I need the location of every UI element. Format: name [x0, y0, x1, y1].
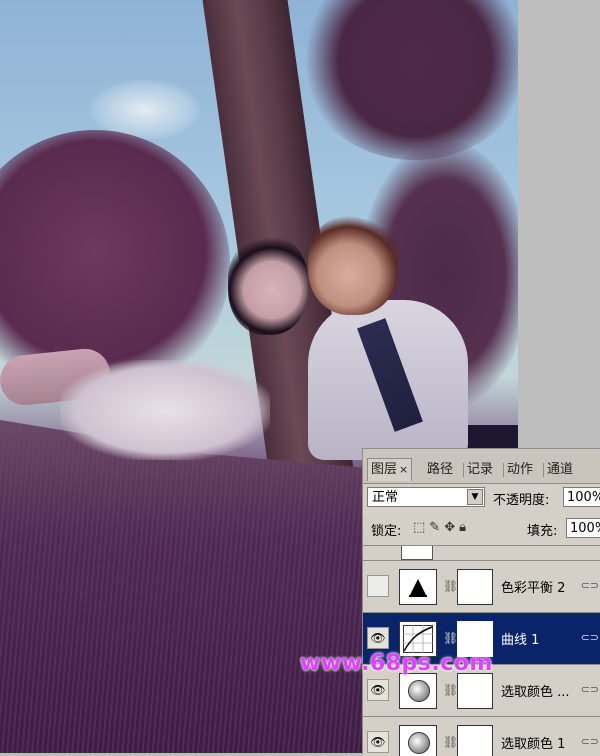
lock-transparent-icon[interactable]: ⬚ [413, 520, 429, 535]
adjustment-thumbnail [399, 673, 437, 709]
layer-row[interactable]: 👁︎ ⛓ 选取颜色 1 ⊂⊃ [363, 717, 600, 756]
lock-row: 锁定: ⬚✎✥🔒︎ 填充: 100% [363, 514, 600, 544]
man-head [308, 215, 398, 315]
opacity-input[interactable]: 100% [563, 487, 600, 507]
link-icon: ⊂⊃ [580, 735, 599, 748]
adjustment-thumbnail [399, 725, 437, 756]
tab-layers[interactable]: 图层 × [367, 458, 413, 481]
layer-row[interactable]: ⛓ 色彩平衡 2 ⊂⊃ [363, 561, 600, 613]
tab-channels[interactable]: 通道 [547, 459, 573, 481]
tree-top [300, 0, 518, 160]
layer-name[interactable]: 选取颜色 1 [501, 733, 565, 752]
layer-name[interactable]: 曲线 1 [501, 629, 539, 648]
link-chain-icon[interactable]: ⛓ [443, 631, 458, 645]
fill-label: 填充: [527, 524, 558, 539]
layer-name[interactable]: 色彩平衡 2 [501, 577, 565, 596]
mask-thumbnail[interactable] [457, 673, 493, 709]
eye-icon[interactable]: 👁︎ [367, 731, 389, 753]
blend-row: 正常 ▼ 不透明度: 100% [363, 484, 600, 514]
color-balance-icon [409, 579, 427, 597]
blend-mode-select[interactable]: 正常 ▼ [367, 487, 485, 507]
lock-options: ⬚✎✥🔒︎ [413, 520, 470, 535]
woman-head [228, 235, 308, 335]
lock-paint-icon[interactable]: ✎ [429, 520, 444, 535]
opacity-label: 不透明度: [493, 493, 550, 508]
tab-separator [543, 463, 544, 477]
tab-actions[interactable]: 动作 [507, 459, 533, 481]
mask-thumbnail[interactable] [457, 569, 493, 605]
adjustment-thumbnail [399, 569, 437, 605]
link-icon: ⊂⊃ [580, 683, 599, 696]
link-chain-icon[interactable]: ⛓ [443, 683, 458, 697]
lock-move-icon[interactable]: ✥ [444, 520, 459, 535]
selective-color-icon [408, 732, 430, 754]
mask-thumbnail[interactable] [457, 725, 493, 756]
layer-thumbnail [401, 546, 433, 560]
tab-history[interactable]: 记录 [467, 459, 493, 481]
curves-icon [403, 625, 433, 653]
layer-name[interactable]: 选取颜色 ... [501, 681, 570, 700]
lock-label: 锁定: [371, 524, 402, 539]
link-icon: ⊂⊃ [580, 631, 599, 644]
layer-row-partial[interactable] [363, 546, 600, 561]
lock-all-icon[interactable]: 🔒︎ [459, 520, 470, 535]
selective-color-icon [408, 680, 430, 702]
tab-paths[interactable]: 路径 [427, 459, 453, 481]
tab-separator [503, 463, 504, 477]
link-chain-icon[interactable]: ⛓ [443, 579, 458, 593]
woman-dress [60, 360, 270, 460]
chevron-down-icon[interactable]: ▼ [467, 489, 483, 505]
tab-separator [463, 463, 464, 477]
layers-panel: 图层× 路径 记录 动作 通道 正常 ▼ 不透明度: 100% 锁定: ⬚✎✥🔒… [362, 448, 600, 756]
site-watermark: www.68ps.com [300, 651, 493, 676]
eye-icon[interactable]: 👁︎ [367, 679, 389, 701]
eye-icon[interactable]: 👁︎ [367, 627, 389, 649]
link-chain-icon[interactable]: ⛓ [443, 735, 458, 749]
link-icon: ⊂⊃ [580, 579, 599, 592]
close-icon[interactable]: × [399, 463, 408, 476]
fill-input[interactable]: 100% [566, 518, 600, 538]
panel-tab-bar: 图层 × 路径 记录 动作 通道 [363, 449, 600, 484]
visibility-toggle[interactable] [367, 575, 389, 597]
